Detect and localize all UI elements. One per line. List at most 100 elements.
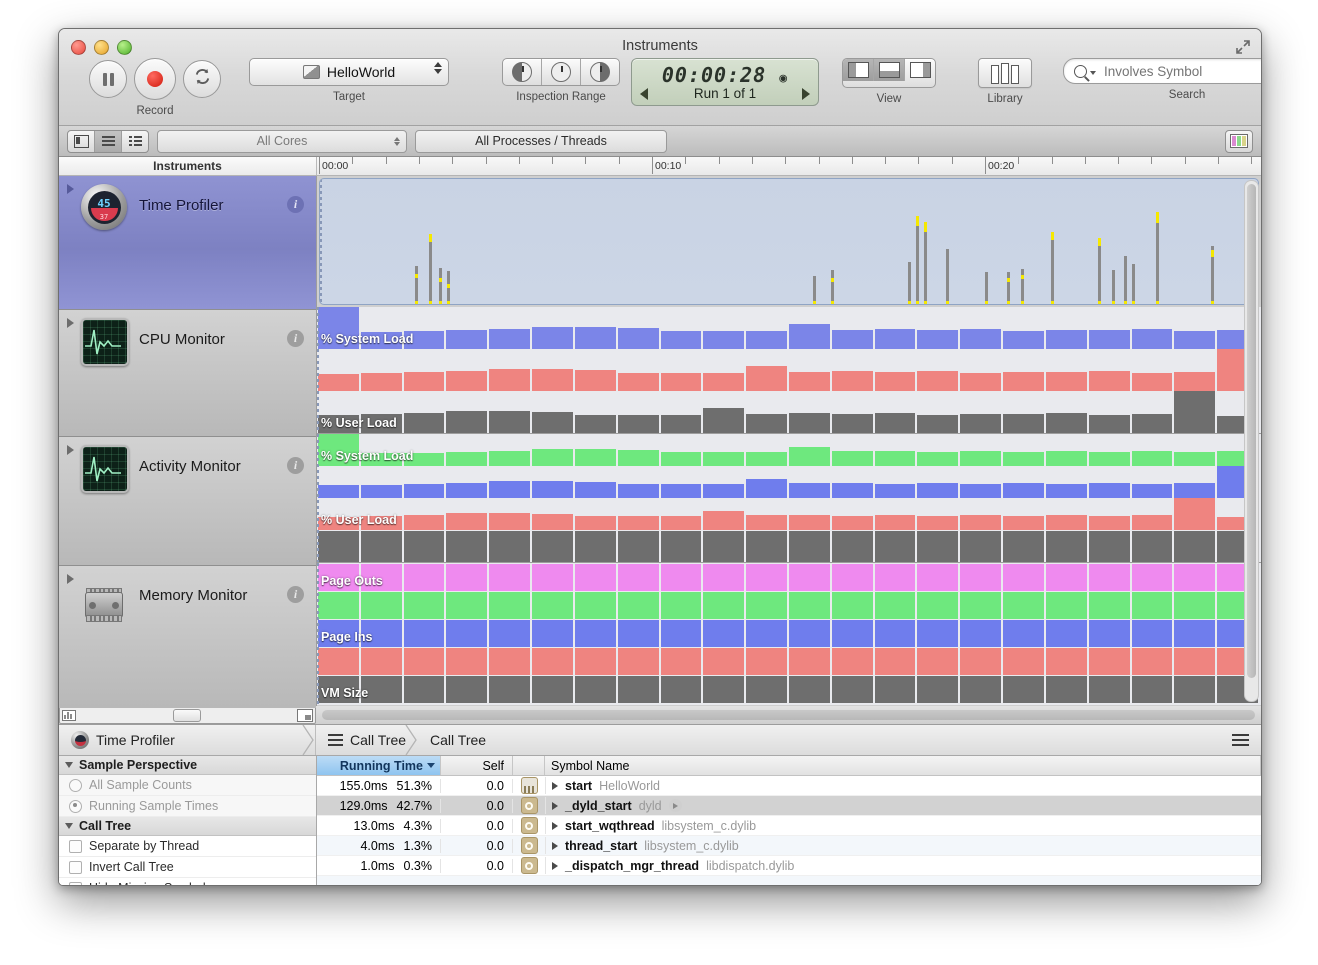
library-group: Library (955, 58, 1055, 105)
option-separate-by-thread[interactable]: Separate by Thread (59, 836, 316, 857)
record-button[interactable] (134, 58, 176, 100)
loop-button[interactable] (183, 60, 221, 98)
option-running-sample-times[interactable]: Running Sample Times (59, 796, 316, 817)
instrument-row-cpu-monitor[interactable]: CPU Monitor i (59, 310, 316, 437)
track-cpu-monitor[interactable]: % System Load% User Load% Total Load (317, 307, 1261, 434)
trace-view-button[interactable] (95, 131, 122, 152)
disclosure-triangle[interactable] (552, 782, 558, 790)
table-row[interactable]: 1.0ms0.3%0.0_dispatch_mgr_threadlibdispa… (317, 856, 1261, 876)
library-button[interactable] (978, 58, 1032, 88)
instrument-row-activity-monitor[interactable]: Activity Monitor i (59, 437, 316, 566)
lane-bar (1003, 516, 1044, 530)
checkbox-icon[interactable] (69, 882, 82, 887)
search-input[interactable] (1102, 63, 1262, 80)
disclosure-triangle[interactable] (59, 437, 81, 455)
radio-icon[interactable] (69, 779, 82, 792)
lane-bar (532, 648, 573, 675)
previous-run-button[interactable] (640, 88, 648, 100)
instrument-row-time-profiler[interactable]: 45 37 Time Profiler i (59, 176, 316, 310)
disclosure-triangle[interactable] (59, 176, 81, 194)
cell-symbol: startHelloWorld (546, 779, 1261, 793)
ekg-icon (81, 318, 127, 364)
info-button[interactable]: i (287, 457, 304, 474)
option-hide-missing-symbols[interactable]: Hide Missing Symbols (59, 878, 316, 886)
disclosure-triangle[interactable] (552, 842, 558, 850)
list-view-button[interactable] (122, 131, 148, 152)
playhead-marker[interactable] (320, 179, 322, 304)
radio-icon[interactable] (69, 800, 82, 813)
jumpbar-current[interactable]: Call Tree (418, 725, 498, 755)
fullscreen-icon[interactable] (1235, 39, 1251, 55)
timeline-ruler[interactable]: 00:0000:1000:20 (317, 157, 1261, 175)
timeline-horizontal-scrollbar[interactable] (322, 710, 1255, 720)
table-row[interactable]: 155.0ms51.3%0.0startHelloWorld (317, 776, 1261, 796)
disclosure-triangle[interactable] (552, 862, 558, 870)
jumpbar-menu[interactable]: Call Tree (316, 725, 418, 755)
lane-bar (404, 531, 445, 562)
disclosure-triangle[interactable] (59, 566, 81, 584)
search-field[interactable] (1063, 58, 1262, 84)
range-start-button[interactable] (503, 59, 542, 85)
track-height-large-icon[interactable] (297, 709, 313, 722)
column-header-running-time[interactable]: Running Time (317, 756, 441, 775)
checkbox-icon[interactable] (69, 861, 82, 874)
option-all-sample-counts[interactable]: All Sample Counts (59, 775, 316, 796)
ruler-tick (1185, 157, 1186, 164)
options-group-call-tree[interactable]: Call Tree (59, 817, 316, 836)
track-lane: % Total Load (317, 498, 1261, 530)
instrument-row-memory-monitor[interactable]: Memory Monitor i (59, 566, 316, 708)
toggle-right-pane-button[interactable] (905, 59, 935, 81)
stepper-icon[interactable] (434, 62, 442, 74)
options-group-sample-perspective[interactable]: Sample Perspective (59, 756, 316, 775)
table-row[interactable]: 129.0ms42.7%0.0_dyld_startdyld (317, 796, 1261, 816)
lane-bar (746, 648, 787, 675)
detail-view-button[interactable] (68, 131, 95, 152)
track-memory-monitor[interactable]: Page OutsPage InsVM SizePhysical Memory … (317, 563, 1261, 705)
lane-bar (746, 331, 787, 349)
table-row[interactable]: 4.0ms1.3%0.0thread_startlibsystem_c.dyli… (317, 836, 1261, 856)
disclosure-triangle[interactable] (59, 310, 81, 328)
range-end-button[interactable] (581, 59, 619, 85)
chevron-down-icon[interactable] (1090, 71, 1096, 75)
scrollbar-thumb[interactable] (1247, 184, 1256, 678)
column-header-self[interactable]: Self (441, 756, 513, 775)
disclosure-triangle[interactable] (552, 822, 558, 830)
lane-bar (661, 648, 702, 675)
processes-popup-button[interactable]: All Processes / Threads (415, 130, 667, 153)
disclosure-triangle[interactable] (552, 802, 558, 810)
jumpbar-instrument[interactable]: Time Profiler (59, 725, 316, 755)
color-strips-button[interactable] (1225, 130, 1253, 153)
info-button[interactable]: i (287, 586, 304, 603)
option-invert-call-tree[interactable]: Invert Call Tree (59, 857, 316, 878)
toggle-bottom-pane-button[interactable] (874, 59, 905, 81)
focus-arrow-icon[interactable] (669, 799, 682, 812)
track-time-profiler[interactable] (319, 178, 1259, 305)
track-height-small-icon[interactable] (62, 710, 76, 721)
track-activity-monitor[interactable]: % System Load% User Load% Total LoadVM S… (317, 434, 1261, 563)
toggle-left-pane-button[interactable] (843, 59, 874, 81)
list-options-button[interactable] (1232, 734, 1261, 746)
checkbox-icon[interactable] (69, 840, 82, 853)
ruler-tick (1218, 157, 1219, 164)
next-run-button[interactable] (802, 88, 810, 100)
sample-spike (1112, 270, 1115, 302)
track-zoom-controls[interactable] (59, 706, 316, 724)
lane-bar (917, 620, 958, 647)
range-clear-button[interactable] (542, 59, 581, 85)
cores-popup-button[interactable]: All Cores (157, 130, 407, 153)
column-header-symbol-name[interactable]: Symbol Name (545, 756, 1261, 775)
info-button[interactable]: i (287, 330, 304, 347)
target-popup-button[interactable]: HelloWorld (249, 58, 449, 86)
sample-spike (924, 222, 927, 302)
sort-descending-icon (427, 763, 435, 768)
pause-button[interactable] (89, 60, 127, 98)
track-height-slider[interactable] (173, 709, 201, 722)
ruler-tick (486, 157, 487, 164)
symbol-library: libsystem_c.dylib (662, 819, 756, 833)
window-title: Instruments (59, 38, 1261, 54)
tracks-vertical-scrollbar[interactable] (1244, 180, 1259, 702)
lane-bar (532, 592, 573, 619)
ruler-tick (352, 157, 353, 164)
info-button[interactable]: i (287, 196, 304, 213)
table-row[interactable]: 13.0ms4.3%0.0start_wqthreadlibsystem_c.d… (317, 816, 1261, 836)
